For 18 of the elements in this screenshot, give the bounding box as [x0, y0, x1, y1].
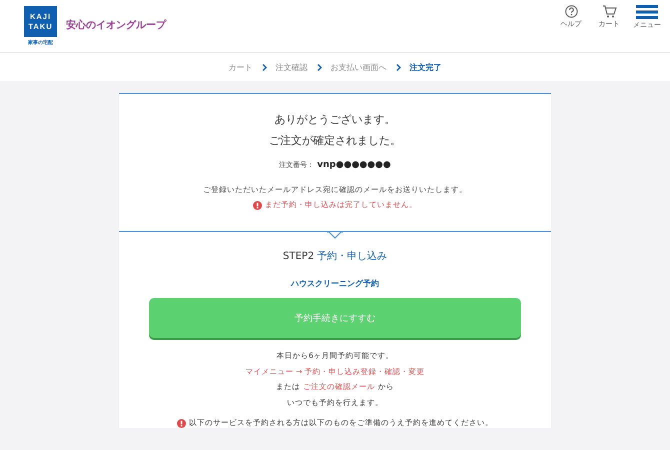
tagline: 安心のイオングループ: [66, 18, 166, 32]
chevron-icon: [262, 64, 266, 70]
breadcrumb-link[interactable]: お支払い画面へ: [330, 62, 386, 72]
chevron-icon: [396, 64, 400, 70]
chevron-icon: [316, 64, 322, 70]
breadcrumb-link[interactable]: 注文完了: [410, 62, 442, 72]
menu-icon: [636, 5, 658, 19]
breadcrumb-link[interactable]: カート: [228, 62, 252, 72]
breadcrumb-link[interactable]: 注文確認: [276, 62, 308, 72]
step-number: STEP2: [282, 250, 314, 262]
order-number: vnp●●●●●●●: [317, 160, 391, 170]
service-name: ハウスクリーニング予約: [291, 278, 379, 289]
heading-line: ご注文が確定されました。: [269, 133, 401, 149]
step-title: 予約・申し込み: [317, 250, 388, 263]
cart-icon: [602, 5, 616, 18]
heading-line: ありがとうございます。: [274, 112, 396, 128]
alert-icon: [253, 200, 262, 210]
help-icon: [564, 5, 578, 18]
